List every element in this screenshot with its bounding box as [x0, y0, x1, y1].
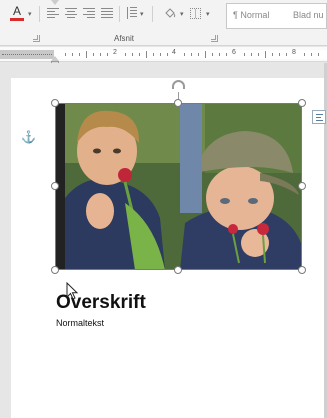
- resize-handle-top-left[interactable]: [51, 99, 59, 107]
- rotate-handle-icon[interactable]: [172, 80, 185, 89]
- ruler-tick: [184, 53, 185, 56]
- ruler-number: 2: [113, 49, 117, 56]
- body-text[interactable]: Normaltekst: [56, 318, 104, 328]
- font-color-button[interactable]: A: [10, 5, 24, 21]
- resize-handle-bottom[interactable]: [174, 266, 182, 274]
- selection-border: [55, 103, 302, 270]
- font-color-bar: [10, 18, 24, 21]
- ruler-tick: [244, 53, 245, 56]
- ruler-tick: [258, 53, 259, 56]
- ruler-tick: [100, 53, 101, 56]
- anchor-icon[interactable]: ⚓: [21, 130, 36, 144]
- ruler-tick: [132, 53, 133, 56]
- ruler-tick: [265, 51, 266, 58]
- ruler-tick: [219, 53, 220, 56]
- resize-handle-bottom-left[interactable]: [51, 266, 59, 274]
- ruler-tick: [146, 51, 147, 58]
- shading-icon[interactable]: [163, 6, 177, 20]
- dialog-launcher-icon[interactable]: [33, 35, 40, 42]
- ruler-tick: [167, 53, 168, 56]
- ruler-tick: [272, 53, 273, 56]
- resize-handle-bottom-right[interactable]: [298, 266, 306, 274]
- ruler-tick: [153, 53, 154, 56]
- ruler-tick: [311, 53, 312, 56]
- ruler-number: 6: [232, 49, 236, 56]
- style-no-spacing[interactable]: Blad nu: [293, 10, 324, 20]
- separator: [39, 6, 40, 22]
- ruler-tick: [79, 53, 80, 56]
- ruler-tick: [86, 51, 87, 58]
- ruler-margin-dots: [2, 54, 52, 55]
- resize-handle-top-right[interactable]: [298, 99, 306, 107]
- resize-handle-left[interactable]: [51, 182, 59, 190]
- resize-handle-right[interactable]: [298, 182, 306, 190]
- first-line-indent-marker[interactable]: [51, 0, 59, 5]
- layout-options-button[interactable]: [312, 110, 326, 124]
- ribbon: A ▾ ▾ ▾ ▾ ¶ Normal Blad nu Afsnit: [0, 0, 327, 46]
- align-left-icon[interactable]: [47, 8, 59, 18]
- justify-icon[interactable]: [101, 8, 113, 18]
- borders-dropdown-icon[interactable]: ▾: [206, 10, 210, 18]
- ruler-tick: [72, 53, 73, 56]
- ruler-tick: [107, 53, 108, 56]
- font-color-dropdown-icon[interactable]: ▾: [28, 10, 32, 18]
- horizontal-ruler[interactable]: 2 4 6 8: [0, 47, 327, 62]
- ruler-tick: [160, 53, 161, 56]
- ruler-tick: [93, 53, 94, 56]
- ruler-tick: [226, 53, 227, 56]
- ruler-tick: [279, 53, 280, 56]
- ruler-tick: [212, 53, 213, 56]
- ruler-number: 4: [172, 49, 176, 56]
- ruler-tick: [65, 53, 66, 56]
- style-normal[interactable]: ¶ Normal: [233, 10, 269, 20]
- resize-handle-top[interactable]: [174, 99, 182, 107]
- mouse-pointer-icon: [66, 282, 79, 300]
- ruler-tick: [205, 51, 206, 58]
- ruler-tick: [304, 53, 305, 56]
- line-spacing-icon[interactable]: [127, 7, 137, 19]
- separator: [152, 6, 153, 22]
- shading-dropdown-icon[interactable]: ▾: [180, 10, 184, 18]
- styles-gallery[interactable]: ¶ Normal Blad nu: [226, 3, 327, 29]
- ruler-tick: [125, 53, 126, 56]
- ruler-tick: [286, 53, 287, 56]
- ruler-tick: [251, 53, 252, 56]
- align-center-icon[interactable]: [65, 8, 77, 18]
- group-label-paragraph: Afsnit: [114, 34, 135, 43]
- ruler-tick: [198, 53, 199, 56]
- font-color-icon: A: [12, 4, 21, 18]
- ruler-tick: [191, 53, 192, 56]
- ruler-number: 8: [292, 49, 296, 56]
- ruler-tick: [318, 53, 319, 56]
- line-spacing-dropdown-icon[interactable]: ▾: [140, 10, 144, 18]
- dialog-launcher-icon[interactable]: [211, 35, 218, 42]
- align-right-icon[interactable]: [83, 8, 95, 18]
- borders-icon[interactable]: [190, 8, 201, 19]
- ruler-tick: [139, 53, 140, 56]
- separator: [119, 6, 120, 22]
